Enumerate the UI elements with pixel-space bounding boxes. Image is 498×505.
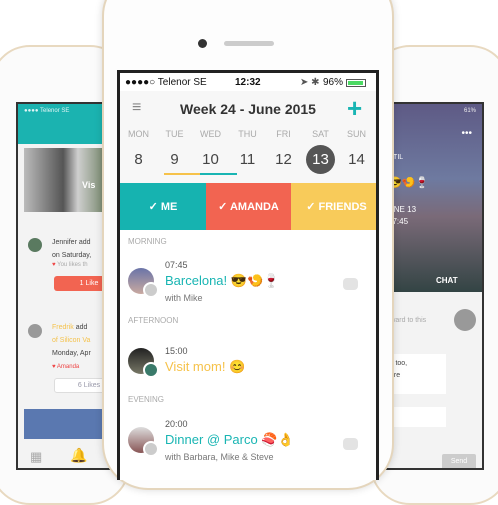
chat-message: ere: [390, 372, 401, 379]
day-11[interactable]: 11: [229, 151, 266, 168]
event-marker: [200, 173, 237, 175]
participant-avatar: [143, 362, 159, 378]
day-10[interactable]: 10: [192, 151, 229, 168]
event-title[interactable]: Dinner @ Parco 🍣👌: [165, 432, 294, 448]
location-bluetooth-icon: ➤ ✱: [300, 77, 320, 88]
status-carrier: ●●●● Telenor SE: [24, 108, 70, 114]
feed-image-caption: Vis: [82, 180, 96, 190]
like-text: ♥ You likes th: [52, 262, 88, 268]
participant-avatar: [143, 441, 159, 457]
like-text: ♥ Amanda: [52, 364, 80, 370]
more-icon[interactable]: •••: [461, 128, 472, 139]
event-participants: with Barbara, Mike & Steve: [165, 452, 274, 462]
camera: [198, 39, 207, 48]
filter-friends[interactable]: ✓ FRIENDS: [291, 183, 376, 230]
event-title[interactable]: Barcelona! 😎🍤🍷: [165, 273, 279, 289]
chat-bubble: [386, 407, 446, 427]
comment-icon[interactable]: [343, 438, 358, 450]
status-battery: 96%: [323, 77, 344, 88]
section-evening: EVENING: [128, 395, 165, 404]
feed-date: Monday, Apr: [52, 350, 91, 357]
day-name: SAT: [312, 129, 329, 139]
event-time: 15:00: [165, 346, 188, 356]
day-name: WED: [200, 129, 221, 139]
like-label: Amanda: [56, 364, 80, 370]
add-icon[interactable]: +: [347, 93, 362, 124]
event-time: 20:00: [165, 419, 188, 429]
avatar: [28, 238, 42, 252]
battery-icon: [346, 79, 366, 87]
calendar-tab-icon[interactable]: ▦: [30, 449, 42, 465]
status-battery: 61%: [463, 108, 476, 114]
avatar: [28, 324, 42, 338]
event-participants: with Mike: [165, 293, 203, 303]
status-carrier: ●●●●○ Telenor SE: [125, 77, 207, 88]
feed-text: Jennifer add: [52, 239, 91, 246]
comment-icon[interactable]: [343, 278, 358, 290]
filter-me[interactable]: ✓ ME: [120, 183, 206, 230]
section-morning: MORNING: [128, 237, 167, 246]
day-14[interactable]: 14: [338, 151, 375, 168]
event-title[interactable]: Visit mom! 😊: [165, 359, 245, 375]
calendar-screen: ●●●●○ Telenor SE 12:32 ➤ ✱ 96% ≡ Week 24…: [117, 70, 379, 480]
event-marker: [164, 173, 201, 175]
day-name: SUN: [346, 129, 366, 139]
chat-message: s too,: [390, 360, 408, 367]
event-time: 07:45: [165, 260, 188, 270]
like-label: You likes th: [57, 262, 88, 268]
speaker: [224, 41, 274, 46]
page-title: Week 24 - June 2015: [180, 101, 316, 117]
day-name: MON: [128, 129, 149, 139]
day-8[interactable]: 8: [120, 151, 157, 168]
emoji-row: 😎🍤🍷: [388, 177, 430, 189]
feed-text: add: [73, 324, 88, 331]
feed-date: on Saturday,: [52, 252, 92, 259]
day-12[interactable]: 12: [265, 151, 302, 168]
event-link[interactable]: of Silicon Va: [52, 334, 91, 347]
avatar: [454, 309, 476, 331]
send-button[interactable]: Send: [442, 454, 476, 468]
day-13-selected[interactable]: 13: [306, 145, 335, 174]
status-time: 12:32: [235, 77, 261, 88]
day-9[interactable]: 9: [156, 151, 193, 168]
day-name: TUE: [165, 129, 184, 139]
day-name: THU: [238, 129, 257, 139]
filter-amanda[interactable]: ✓ AMANDA: [206, 183, 291, 230]
event-detail-screen: 61% ••• NTIL 😎🍤🍷 UNE 13 07:45 CHAT rward …: [384, 102, 484, 470]
notifications-tab-icon[interactable]: 🔔: [70, 447, 87, 464]
participant-avatar: [143, 282, 159, 298]
chat-tab[interactable]: CHAT: [436, 276, 458, 285]
user-link[interactable]: Fredrik: [52, 324, 74, 331]
day-name: FRI: [276, 129, 291, 139]
section-afternoon: AFTERNOON: [128, 316, 179, 325]
